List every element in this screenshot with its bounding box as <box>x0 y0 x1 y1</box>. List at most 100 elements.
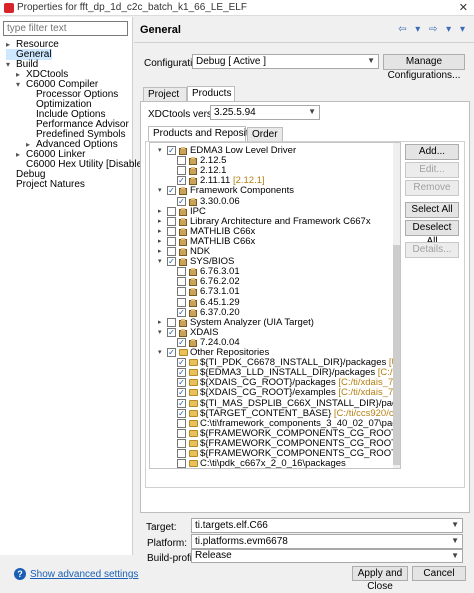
product-checkbox[interactable]: ✓ <box>167 327 176 337</box>
expanded-twisty-icon[interactable]: ▾ <box>16 79 20 90</box>
tab-project[interactable]: Project <box>143 87 187 101</box>
product-row[interactable]: ▸ Library Architecture and Framework C667… <box>150 216 400 227</box>
product-row[interactable]: ▸ NDK <box>150 247 400 257</box>
product-checkbox[interactable]: ✓ <box>167 348 176 357</box>
package-icon <box>189 288 197 297</box>
apply-and-close-button[interactable]: Apply and Close <box>352 566 408 592</box>
product-checkbox[interactable] <box>177 297 186 307</box>
expanded-twisty-icon[interactable]: ▾ <box>158 186 162 196</box>
product-checkbox[interactable] <box>167 317 176 327</box>
product-row[interactable]: 6.76.3.01 <box>150 267 400 277</box>
collapsed-twisty-icon[interactable]: ▸ <box>158 207 162 217</box>
product-checkbox[interactable] <box>167 236 176 246</box>
build-profile-select[interactable]: Release ▼ <box>191 549 463 563</box>
product-row[interactable]: 6.76.2.02 <box>150 277 400 287</box>
product-checkbox[interactable]: ✓ <box>177 408 186 418</box>
product-checkbox[interactable]: ✓ <box>167 146 176 155</box>
tab-products-and-repositories[interactable]: Products and Repositories <box>148 126 270 141</box>
product-checkbox[interactable] <box>167 247 176 256</box>
product-checkbox[interactable]: ✓ <box>177 388 186 398</box>
tab-order-label: Order <box>252 129 278 140</box>
product-checkbox[interactable]: ✓ <box>177 398 186 408</box>
product-checkbox[interactable] <box>177 277 186 287</box>
expanded-twisty-icon[interactable]: ▾ <box>158 348 162 358</box>
collapsed-twisty-icon[interactable]: ▸ <box>158 227 162 237</box>
product-checkbox[interactable] <box>177 459 186 468</box>
target-select[interactable]: ti.targets.elf.C66 ▼ <box>191 518 463 533</box>
product-row[interactable]: ✓ 3.30.0.06 <box>150 196 400 207</box>
select-all-button[interactable]: Select All <box>405 202 459 218</box>
product-row[interactable]: ▾ ✓ SYS/BIOS <box>150 257 400 267</box>
collapsed-twisty-icon[interactable]: ▸ <box>158 318 162 328</box>
product-checkbox[interactable]: ✓ <box>177 307 186 317</box>
product-checkbox[interactable] <box>177 418 186 428</box>
product-checkbox[interactable]: ✓ <box>177 176 186 186</box>
folder-icon <box>189 460 198 468</box>
folder-icon <box>189 419 198 427</box>
show-advanced-settings-link[interactable]: Show advanced settings <box>30 569 138 580</box>
details-button[interactable]: Details... <box>405 242 459 258</box>
product-checkbox[interactable] <box>177 428 186 438</box>
products-tree[interactable]: ▾ ✓ EDMA3 Low Level Driver 2.12.5 2.12.1 ✓ 2.1… <box>149 142 401 469</box>
product-checkbox[interactable] <box>177 166 186 176</box>
package-icon <box>189 268 197 277</box>
edit-button[interactable]: Edit... <box>405 162 459 178</box>
product-checkbox[interactable]: ✓ <box>167 257 176 267</box>
configuration-select[interactable]: Debug [ Active ] ▼ <box>192 54 379 69</box>
close-icon[interactable]: ✕ <box>459 1 468 14</box>
product-row[interactable]: 6.45.1.29 <box>150 297 400 308</box>
product-row[interactable]: ▾ ✓ EDMA3 Low Level Driver <box>150 146 400 156</box>
tab-products[interactable]: Products <box>187 86 235 101</box>
add-button[interactable]: Add... <box>405 144 459 160</box>
nav-item[interactable]: Project Natures <box>6 179 85 190</box>
product-row[interactable]: ▸ System Analyzer (UIA Target) <box>150 317 400 328</box>
product-row[interactable]: ✓ 7.24.0.04 <box>150 337 400 348</box>
product-checkbox[interactable] <box>177 449 186 458</box>
product-checkbox[interactable] <box>167 216 176 226</box>
product-checkbox[interactable] <box>177 287 186 297</box>
package-icon <box>179 318 187 327</box>
product-checkbox[interactable] <box>167 206 176 216</box>
product-checkbox[interactable] <box>177 267 186 277</box>
product-checkbox[interactable] <box>177 438 186 448</box>
product-checkbox[interactable]: ✓ <box>177 358 186 368</box>
scrollbar-thumb[interactable] <box>393 245 400 465</box>
product-row[interactable]: ▾ ✓ Framework Components <box>150 186 400 196</box>
product-checkbox[interactable]: ✓ <box>177 378 186 388</box>
cancel-button[interactable]: Cancel <box>412 566 466 581</box>
product-row[interactable]: ▸ MATHLIB C66x <box>150 226 400 237</box>
product-checkbox[interactable] <box>177 156 186 166</box>
nav-arrows-icon[interactable]: ⇦ ▾ ⇨ ▾ ▾ <box>398 24 468 35</box>
products-tree-scrollbar[interactable] <box>393 143 400 468</box>
product-checkbox[interactable] <box>167 226 176 236</box>
product-checkbox[interactable]: ✓ <box>167 186 176 196</box>
package-icon <box>179 207 187 216</box>
collapsed-twisty-icon[interactable]: ▸ <box>158 237 162 247</box>
deselect-all-button[interactable]: Deselect All <box>405 220 459 247</box>
product-checkbox[interactable]: ✓ <box>177 337 186 347</box>
filter-input[interactable] <box>3 21 128 36</box>
product-row[interactable]: ▾ ✓ XDAIS <box>150 327 400 338</box>
product-row[interactable]: 2.12.5 <box>150 156 400 166</box>
folder-icon <box>189 429 198 437</box>
product-row[interactable]: C:\ti\pdk_c667x_2_0_16\packages <box>150 459 400 468</box>
collapsed-twisty-icon[interactable]: ▸ <box>158 217 162 227</box>
xdctools-version-select[interactable]: 3.25.5.94 ▼ <box>210 105 320 120</box>
tab-order[interactable]: Order <box>247 127 283 141</box>
manage-configurations-button[interactable]: Manage Configurations... <box>383 54 465 81</box>
expanded-twisty-icon[interactable]: ▾ <box>6 59 10 70</box>
collapsed-twisty-icon[interactable]: ▸ <box>158 247 162 257</box>
expanded-twisty-icon[interactable]: ▾ <box>158 257 162 267</box>
platform-select[interactable]: ti.platforms.evm6678 ▼ <box>191 534 463 549</box>
product-checkbox[interactable]: ✓ <box>177 368 186 378</box>
left-nav-panel: ▸ResourceGeneral▾Build▸XDCtools▾C6000 Co… <box>0 17 151 555</box>
product-checkbox[interactable]: ✓ <box>177 196 186 206</box>
expanded-twisty-icon[interactable]: ▾ <box>158 146 162 156</box>
help-icon[interactable]: ? <box>14 568 26 580</box>
product-row[interactable]: 6.73.1.01 <box>150 287 400 297</box>
product-row[interactable]: ▸ MATHLIB C66x <box>150 236 400 247</box>
product-row[interactable]: 2.12.1 <box>150 166 400 176</box>
remove-button[interactable]: Remove <box>405 180 459 196</box>
expanded-twisty-icon[interactable]: ▾ <box>158 328 162 338</box>
folder-icon <box>189 379 198 387</box>
